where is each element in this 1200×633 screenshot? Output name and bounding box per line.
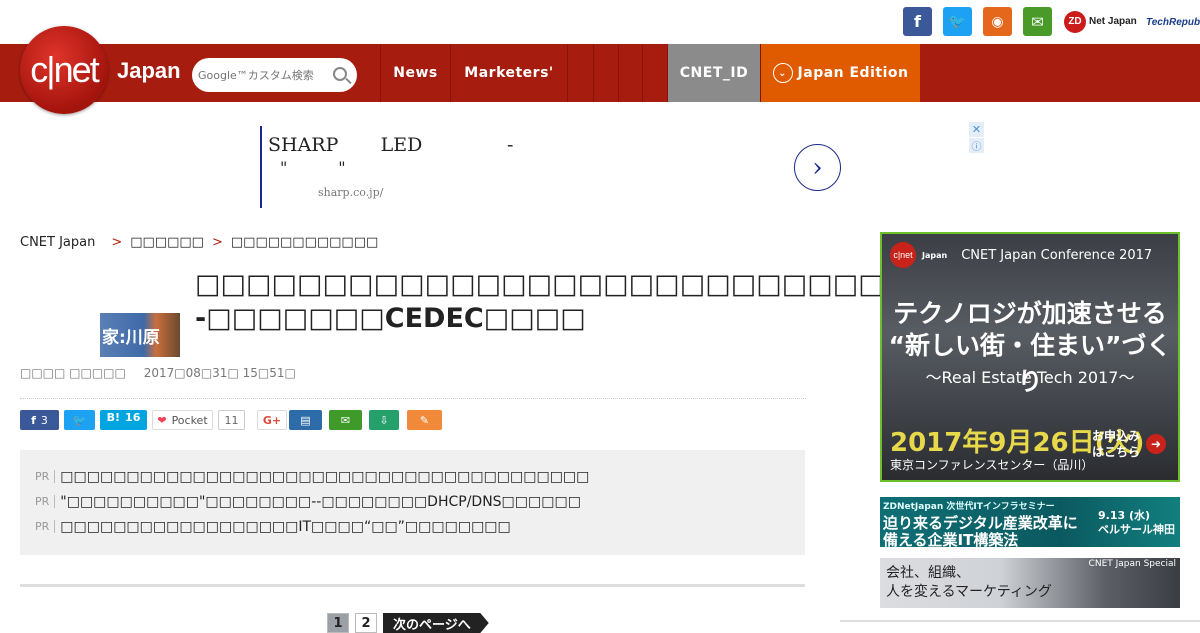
conference-title: CNET Japan Conference 2017 — [961, 247, 1153, 263]
article-thumbnail: 家:川原 — [100, 313, 180, 357]
nav-marketers[interactable]: Marketers' — [450, 44, 567, 102]
chevron-down-icon: ⌄ — [772, 63, 793, 83]
facebook-share-button[interactable]: f 3 — [20, 410, 59, 430]
ad-info-icon[interactable]: ⓘ — [969, 138, 984, 153]
zdnet-logo-icon: ZD — [1064, 10, 1086, 33]
seminar-banner[interactable]: ZDNetJapan 次世代ITインフラセミナー 迫り来るデジタル産業改革に 備… — [880, 497, 1180, 547]
search-box[interactable] — [192, 58, 357, 92]
pr-badge: PR — [35, 520, 56, 533]
seminar-date-text: 9.13 (水) — [1098, 509, 1151, 522]
seminar-date: 9.13 (水) ベルサール神田 — [1098, 509, 1175, 537]
pr-link[interactable]: PR "□□□□□□□□□□"□□□□□□□□--□□□□□□□□DHCP/DN… — [35, 489, 790, 514]
pocket-icon: ❤ — [157, 413, 167, 427]
divider — [840, 620, 1200, 622]
twitter-icon[interactable]: 🐦 — [943, 7, 972, 36]
techrepublic-link[interactable]: TechRepublic — [1146, 9, 1200, 35]
facebook-icon: f — [31, 413, 36, 427]
mail-icon[interactable]: ✉ — [1023, 7, 1052, 36]
google-plus-button[interactable]: G+ — [257, 410, 287, 430]
article-author[interactable]: □□□□ □□□□□ — [20, 366, 126, 380]
pagination: 1 2 次のページへ — [327, 613, 489, 633]
twitter-icon: 🐦 — [72, 413, 87, 427]
conference-apply-label: お申込み はこちら — [1092, 429, 1141, 459]
ad-headline: SHARP LED - — [268, 134, 514, 156]
breadcrumb-subcategory[interactable]: □□□□□□□□□□□□ — [231, 235, 378, 250]
hatena-bookmark-button[interactable]: B! 16 — [100, 410, 147, 430]
seminar-tag: ZDNetJapan 次世代ITインフラセミナー — [883, 502, 1055, 512]
breadcrumb-category[interactable]: □□□□□□ — [130, 235, 204, 250]
arrow-right-icon: ➜ — [1146, 434, 1166, 454]
nav-item-4[interactable] — [593, 44, 618, 102]
pr-link[interactable]: PR □□□□□□□□□□□□□□□□□□IT□□□□“□□”□□□□□□□□ — [35, 514, 790, 539]
chevron-right-icon[interactable]: › — [794, 144, 841, 191]
techrepublic-label: TechRepublic — [1146, 16, 1200, 28]
facebook-share-count: 3 — [40, 413, 48, 427]
special-tag: CNET Japan Special — [1088, 559, 1176, 569]
rss-icon[interactable]: ◉ — [983, 7, 1012, 36]
breadcrumb: CNET Japan > □□□□□□ > □□□□□□□□□□□□ — [20, 235, 378, 250]
ad-close-icon[interactable]: ✕ — [969, 122, 984, 137]
pocket-label: Pocket — [171, 413, 208, 427]
cnet-logo[interactable]: c|net — [20, 26, 108, 114]
pr-badge: PR — [35, 495, 56, 508]
facebook-icon[interactable]: f — [903, 7, 932, 36]
print-icon[interactable]: ▤ — [289, 410, 322, 430]
cnet-mini-logo: c|net — [890, 242, 916, 268]
pocket-count: 11 — [218, 410, 245, 430]
pr-badge: PR — [35, 470, 56, 483]
search-icon[interactable] — [333, 67, 347, 81]
pocket-button[interactable]: ❤ Pocket — [152, 410, 213, 430]
zdnet-label: Net Japan — [1089, 16, 1137, 27]
conference-header: c|net Japan CNET Japan Conference 2017 — [890, 242, 1152, 268]
cnet-logo-japan-label[interactable]: Japan — [117, 58, 181, 84]
conference-venue: 東京コンファレンスセンター（品川） — [890, 458, 1094, 472]
edition-label: Japan Edition — [797, 65, 909, 81]
special-banner[interactable]: CNET Japan Special 会社、組織、 人を変えるマーケティング — [880, 558, 1180, 608]
nav-japan-edition[interactable]: ⌄ Japan Edition — [760, 44, 920, 102]
hatena-count: 16 — [125, 411, 141, 424]
page-1-button[interactable]: 1 — [327, 613, 349, 633]
seminar-place: ベルサール神田 — [1098, 523, 1175, 536]
mail-share-icon[interactable]: ✉ — [329, 410, 362, 430]
search-input[interactable] — [198, 68, 328, 82]
breadcrumb-separator: > — [211, 235, 223, 250]
divider — [20, 398, 806, 399]
clip-icon[interactable]: ✎ — [407, 410, 442, 430]
save-download-icon[interactable]: ⇩ — [369, 410, 399, 430]
special-text: 会社、組織、 人を変えるマーケティング — [886, 565, 1052, 600]
divider — [20, 584, 805, 587]
article-date: 2017□08□31□ 15□51□ — [143, 366, 296, 380]
nav-item-3[interactable] — [567, 44, 593, 102]
conference-banner[interactable]: c|net Japan CNET Japan Conference 2017 テ… — [880, 232, 1180, 482]
nav-cnet-id[interactable]: CNET_ID — [667, 44, 760, 102]
cnet-mini-logo-japan: Japan — [922, 250, 948, 260]
pr-link-text[interactable]: "□□□□□□□□□□"□□□□□□□□--□□□□□□□□DHCP/DNS□□… — [60, 494, 581, 510]
zdnet-japan-link[interactable]: ZD Net Japan — [1064, 8, 1137, 35]
nav-item-5[interactable] — [618, 44, 643, 102]
top-bar: f 🐦 ◉ ✉ ZD Net Japan TechRepublic — [0, 0, 1200, 44]
article-byline: □□□□ □□□□□ 2017□08□31□ 15□51□ — [20, 366, 296, 380]
seminar-headline: 備える企業IT構築法 — [883, 531, 1019, 547]
next-page-button[interactable]: 次のページへ — [383, 613, 489, 633]
twitter-share-button[interactable]: 🐦 — [64, 410, 95, 430]
pr-links-box: PR □□□□□□□□□□□□□□□□□□□□□□□□□□□□□□□□□□□□□… — [20, 450, 805, 555]
page-2-button[interactable]: 2 — [355, 613, 377, 633]
breadcrumb-home[interactable]: CNET Japan — [20, 235, 95, 250]
nav-news[interactable]: News — [380, 44, 450, 102]
hatena-icon: B! — [106, 411, 121, 424]
conference-subtitle: ～Real Estate Tech 2017～ — [925, 368, 1135, 387]
pr-link-text[interactable]: □□□□□□□□□□□□□□□□□□□□□□□□□□□□□□□□□□□□□□□□ — [60, 469, 589, 485]
ad-subline: " " — [280, 158, 346, 177]
pr-link[interactable]: PR □□□□□□□□□□□□□□□□□□□□□□□□□□□□□□□□□□□□□… — [35, 464, 790, 489]
article-title: □□□□□□□□□□□□□□□□□□□□□□□□□□□--□□□□□□□CEDE… — [195, 269, 895, 334]
ad-banner[interactable]: SHARP LED - " " sharp.co.jp/ › — [260, 126, 841, 208]
ad-url: sharp.co.jp/ — [318, 186, 384, 199]
breadcrumb-separator: > — [111, 235, 123, 250]
conference-headline: テクノロジが加速させる — [893, 299, 1167, 328]
pr-link-text[interactable]: □□□□□□□□□□□□□□□□□□IT□□□□“□□”□□□□□□□□ — [60, 519, 510, 535]
